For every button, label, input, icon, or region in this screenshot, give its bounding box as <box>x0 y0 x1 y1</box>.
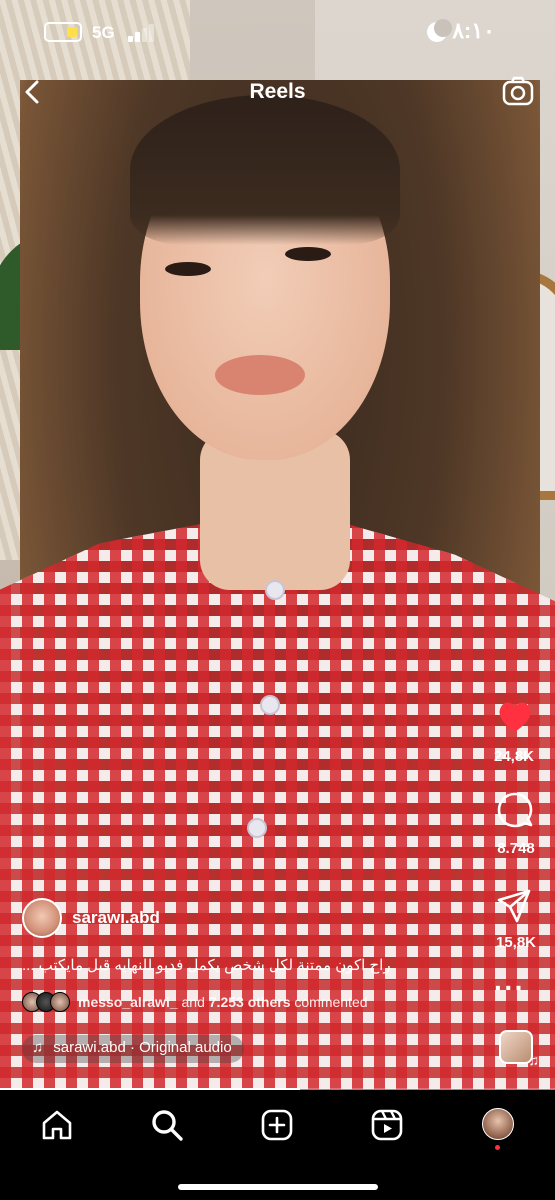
like-button[interactable] <box>497 700 533 734</box>
moon-icon <box>427 19 452 42</box>
network-type: 5G <box>92 23 115 42</box>
playback-progress[interactable] <box>0 1088 555 1090</box>
page-title: Reels <box>249 80 306 103</box>
home-icon <box>42 1110 72 1140</box>
username[interactable]: sarawi.abd <box>72 908 160 928</box>
reels-icon <box>371 1109 403 1141</box>
commenter-name: messo_alrawi_ <box>78 994 178 1010</box>
commenters-text[interactable]: messo_alrawi_ and 7.253 others commented <box>78 994 368 1010</box>
shirt-button <box>265 580 285 600</box>
audio-link[interactable]: ♫ sarawi.abd · Original audio <box>22 1035 244 1063</box>
commenters-suffix: commented <box>294 994 368 1010</box>
commenters-others: 7.253 others <box>208 994 291 1010</box>
commenters-and: and <box>181 994 205 1010</box>
shirt-button <box>260 695 280 715</box>
clock: ٨:١٠ <box>452 18 495 43</box>
send-icon <box>497 889 531 923</box>
music-note-icon: ♫ <box>528 1052 540 1068</box>
more-icon[interactable]: ··· <box>494 974 525 1002</box>
tab-reels[interactable] <box>370 1108 404 1142</box>
tab-create[interactable] <box>260 1108 294 1142</box>
like-count: 24,8K <box>493 748 535 765</box>
home-indicator <box>178 1184 378 1190</box>
comment-count: 8.748 <box>497 840 535 857</box>
camera-icon[interactable] <box>501 74 535 108</box>
share-button[interactable] <box>496 888 532 924</box>
tab-search[interactable] <box>150 1108 184 1142</box>
notification-dot <box>495 1145 500 1150</box>
eye <box>165 262 211 276</box>
post-caption[interactable]: راح اكون ممتنة لكل شخص يكمل فديو للنهايه… <box>22 956 482 974</box>
reels-header: Reels <box>0 70 555 114</box>
commenters-row[interactable]: messo_alrawi_ and 7.253 others commented <box>22 992 442 1014</box>
share-count: 15,8K <box>495 934 537 951</box>
battery-icon <box>44 22 82 42</box>
commenter-avatar <box>50 992 70 1012</box>
shirt-button <box>247 818 267 838</box>
tab-home[interactable] <box>40 1108 74 1142</box>
lips <box>215 355 305 395</box>
audio-label: sarawi.abd · Original audio <box>53 1039 232 1056</box>
heart-icon <box>499 702 531 732</box>
comment-icon <box>497 792 533 828</box>
avatar[interactable] <box>22 898 62 938</box>
signal-icon <box>128 24 158 42</box>
music-note-icon: ♫ <box>32 1039 44 1056</box>
profile-icon[interactable] <box>482 1108 514 1140</box>
comment-button[interactable] <box>497 792 533 828</box>
search-icon <box>152 1110 183 1141</box>
status-bar: 5G ٨:١٠ <box>0 0 555 64</box>
bottom-tab-bar <box>0 1092 555 1200</box>
eye <box>285 247 331 261</box>
playback-progress-fill <box>0 1088 300 1090</box>
create-icon <box>261 1109 293 1141</box>
person-bangs <box>130 95 400 245</box>
